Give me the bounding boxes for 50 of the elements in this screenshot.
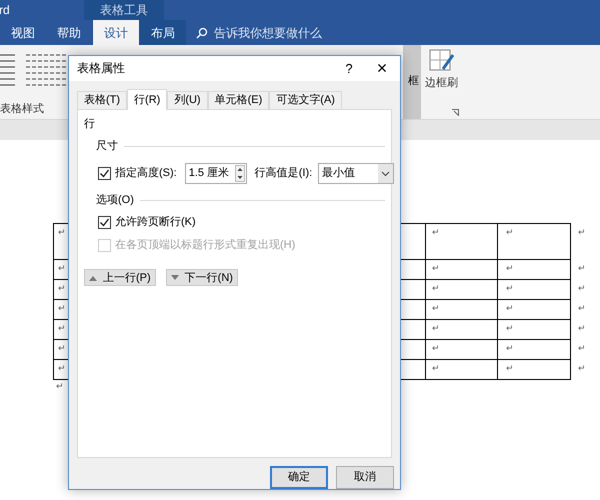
ribbon-tab[interactable]: 设计 — [92, 20, 140, 45]
down-triangle-icon — [170, 274, 179, 281]
border-button[interactable]: 框 — [403, 45, 421, 119]
spin-arrows-icon[interactable] — [234, 164, 245, 182]
border-painter-button[interactable]: 边框刷 — [421, 45, 462, 119]
row-end-mark: ↵ — [578, 302, 586, 315]
ribbon-tab[interactable]: 布局 — [140, 20, 186, 45]
table-cell: ↵ — [497, 223, 571, 260]
dialog-tab[interactable]: 表格(T) — [77, 90, 128, 109]
dialog-tab[interactable]: 行(R) — [127, 88, 168, 110]
dialog-tab[interactable]: 列(U) — [167, 90, 208, 109]
dialog-title: 表格属性 — [77, 60, 125, 78]
checkbox-label: 指定高度(S): — [115, 166, 177, 182]
checkbox-label: 在各页顶端以标题行形式重复出现(H) — [115, 238, 296, 253]
checkbox[interactable] — [98, 216, 111, 230]
height-spin-field[interactable]: 1.5 厘米 — [184, 162, 247, 184]
up-triangle-icon — [89, 274, 97, 281]
next-row-button[interactable]: 下一行(N) — [166, 269, 238, 286]
checkbox[interactable] — [98, 166, 111, 180]
dialog-tab[interactable]: 可选文字(A) — [269, 90, 342, 109]
app-title: rd — [0, 2, 11, 19]
row-end-mark: ↵ — [578, 282, 586, 295]
section-heading: 行 — [84, 116, 96, 132]
dialog-launcher-icon[interactable] — [452, 109, 459, 116]
ribbon-tab[interactable]: 视图 — [0, 20, 46, 45]
tell-me-field[interactable]: 告诉我你想要做什么 — [196, 20, 322, 45]
row-height-label: 行高值是(I): — [254, 166, 312, 182]
dialog-tab[interactable]: 单元格(E) — [208, 90, 270, 109]
context-tab-group: 表格工具 — [84, 0, 164, 20]
ribbon-tab[interactable]: 帮助 — [46, 20, 92, 45]
ok-button[interactable]: 确定 — [270, 466, 328, 489]
close-button[interactable]: × — [364, 58, 400, 78]
row-end-mark: ↵ — [578, 262, 586, 275]
table-style-icon — [0, 53, 16, 87]
row-height-dropdown[interactable]: 最小值 — [318, 162, 394, 184]
group-label: 表格样式 — [0, 102, 45, 116]
group-heading: 尺寸 — [96, 139, 118, 154]
table-cell: ↵ — [497, 359, 571, 380]
table-style-icon — [26, 53, 66, 87]
row-end-mark: ↵ — [578, 322, 586, 335]
previous-row-button[interactable]: 上一行(P) — [84, 269, 156, 286]
help-button[interactable]: ? — [334, 58, 364, 78]
chevron-down-icon — [378, 164, 394, 183]
paragraph-mark: ↵ — [55, 380, 65, 393]
search-icon — [196, 26, 208, 38]
row-end-mark: ↵ — [578, 362, 586, 375]
group-heading: 选项(O) — [96, 192, 134, 208]
row-end-mark: ↵ — [578, 226, 586, 239]
row-end-mark: ↵ — [578, 342, 586, 355]
cancel-button[interactable]: 取消 — [336, 466, 394, 489]
